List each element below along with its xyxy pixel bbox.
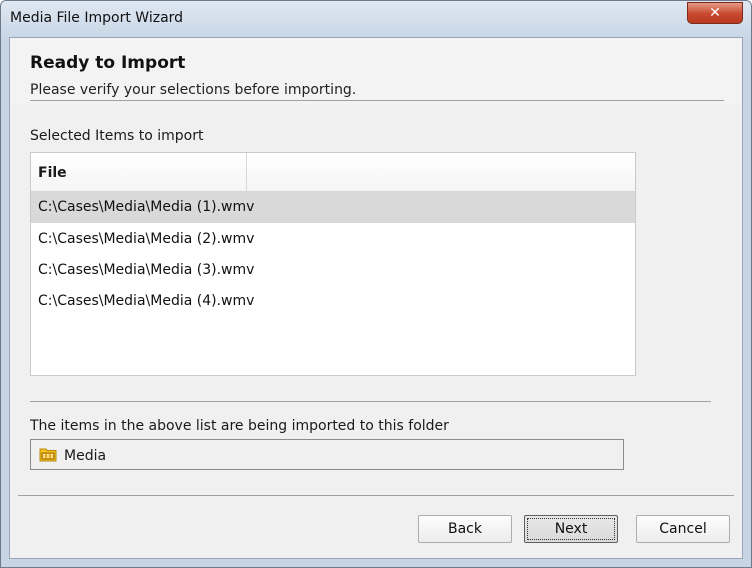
list-item[interactable]: C:\Cases\Media\Media (2).wmv: [31, 224, 635, 255]
column-header-file[interactable]: File: [31, 153, 247, 191]
page-subtitle: Please verify your selections before imp…: [30, 82, 357, 98]
selected-items-label: Selected Items to import: [30, 128, 204, 144]
next-button[interactable]: Next: [524, 515, 618, 543]
list-item-file: C:\Cases\Media\Media (1).wmv: [38, 199, 255, 215]
list-item[interactable]: C:\Cases\Media\Media (3).wmv: [31, 255, 635, 286]
next-button-focus-ring: [527, 518, 615, 540]
close-button[interactable]: ✕: [687, 2, 743, 24]
page-title: Ready to Import: [30, 53, 186, 73]
window-title: Media File Import Wizard: [10, 10, 184, 26]
wizard-window: Media File Import Wizard ✕ Ready to Impo…: [0, 0, 752, 568]
list-item-file: C:\Cases\Media\Media (3).wmv: [38, 262, 255, 278]
list-header: File: [31, 153, 635, 192]
column-header-file-label: File: [38, 165, 67, 181]
list-item-file: C:\Cases\Media\Media (4).wmv: [38, 293, 255, 309]
list-item[interactable]: C:\Cases\Media\Media (1).wmv: [31, 192, 635, 223]
header-panel: Ready to Import Please verify your selec…: [10, 38, 742, 104]
column-header-empty[interactable]: [247, 153, 635, 191]
wizard-client-area: Ready to Import Please verify your selec…: [9, 37, 743, 559]
section-divider: [30, 401, 711, 402]
cancel-button[interactable]: Cancel: [636, 515, 730, 543]
destination-folder-name: Media: [64, 448, 107, 464]
destination-folder-field: Media: [30, 439, 624, 470]
footer-divider: [18, 495, 734, 496]
destination-label: The items in the above list are being im…: [30, 418, 449, 434]
list-item-file: C:\Cases\Media\Media (2).wmv: [38, 231, 255, 247]
header-divider: [30, 100, 724, 101]
media-folder-icon: [39, 447, 57, 462]
list-item[interactable]: C:\Cases\Media\Media (4).wmv: [31, 286, 635, 317]
selected-items-list[interactable]: File C:\Cases\Media\Media (1).wmv C:\Cas…: [30, 152, 636, 376]
close-icon: ✕: [709, 5, 721, 21]
title-bar[interactable]: Media File Import Wizard ✕: [1, 1, 751, 37]
back-button[interactable]: Back: [418, 515, 512, 543]
